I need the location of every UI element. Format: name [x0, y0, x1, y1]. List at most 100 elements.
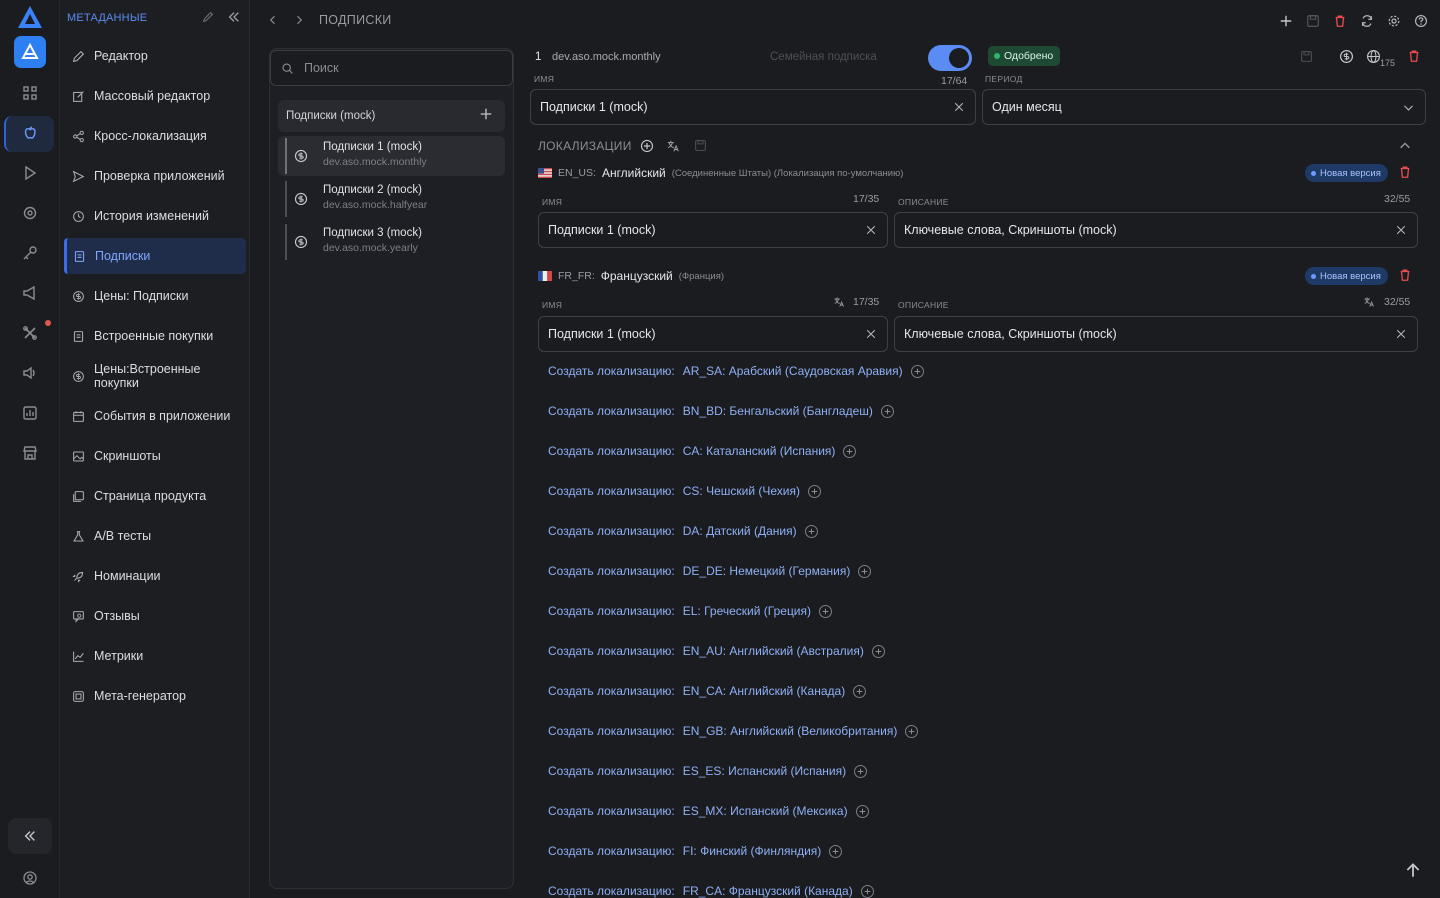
menu-item-product-page[interactable]: Страница продукта — [64, 478, 246, 514]
save-icon[interactable] — [1300, 50, 1313, 63]
menu-item-ab-tests[interactable]: A/B тесты — [64, 518, 246, 554]
price-icon[interactable] — [1339, 49, 1354, 64]
create-localization-link[interactable]: Создать локализацию: DA: Датский (Дания) — [548, 524, 818, 538]
user-icon[interactable] — [18, 866, 42, 890]
period-select[interactable]: Один месяц — [982, 89, 1426, 125]
plus-icon[interactable] — [1278, 13, 1293, 28]
arrow-up-icon[interactable] — [1404, 861, 1422, 879]
menu-item-screenshots[interactable]: Скриншоты — [64, 438, 246, 474]
chevron-right-icon[interactable] — [293, 14, 305, 26]
trash-icon[interactable] — [1398, 268, 1412, 282]
key-icon[interactable] — [18, 241, 42, 265]
localized-name-field[interactable]: Подписки 1 (mock) — [538, 316, 888, 352]
create-localization-link[interactable]: Создать локализацию: CS: Чешский (Чехия) — [548, 484, 821, 498]
plus-circle-icon[interactable] — [819, 604, 833, 618]
menu-item-meta-generator[interactable]: Мета-генератор — [64, 678, 246, 714]
plus-circle-icon[interactable] — [860, 884, 874, 898]
plus-circle-icon[interactable] — [910, 364, 924, 378]
name-field[interactable]: Подписки 1 (mock) — [530, 89, 976, 125]
plus-circle-icon[interactable] — [880, 404, 894, 418]
refresh-icon[interactable] — [1359, 13, 1374, 28]
create-localization-link[interactable]: Создать локализацию: EN_GB: Английский (В… — [548, 724, 919, 738]
trash-icon[interactable] — [1407, 49, 1421, 63]
plus-circle-icon[interactable] — [858, 564, 872, 578]
list-item[interactable]: Подписки 1 (mock) dev.aso.mock.monthly — [278, 136, 505, 176]
chevron-left-icon[interactable] — [267, 14, 279, 26]
create-localization-link[interactable]: Создать локализацию: ES_ES: Испанский (Ис… — [548, 764, 868, 778]
double-chevron-left-icon[interactable] — [8, 818, 52, 854]
create-localization-link[interactable]: Создать локализацию: ES_MX: Испанский (Ме… — [548, 804, 869, 818]
menu-item-reviews[interactable]: Отзывы — [64, 598, 246, 634]
translate-icon[interactable] — [833, 296, 845, 308]
plus-circle-icon[interactable] — [871, 644, 885, 658]
localized-description-field[interactable]: Ключевые слова, Скриншоты (mock) — [894, 212, 1418, 248]
translate-icon[interactable] — [666, 139, 680, 153]
close-icon[interactable] — [865, 224, 877, 236]
subscription-group[interactable]: Подписки (mock) — [278, 100, 505, 132]
create-localization-link[interactable]: Создать локализацию: FI: Финский (Финлянд… — [548, 844, 843, 858]
list-item[interactable]: Подписки 2 (mock) dev.aso.mock.halfyear — [285, 179, 505, 219]
localized-name-field[interactable]: Подписки 1 (mock) — [538, 212, 888, 248]
trash-icon[interactable] — [1398, 165, 1412, 179]
list-item[interactable]: Подписки 3 (mock) dev.aso.mock.yearly — [285, 222, 505, 262]
create-localization-link[interactable]: Создать локализацию: CA: Каталанский (Исп… — [548, 444, 857, 458]
menu-item-cross-localization[interactable]: Кросс-локализация — [64, 118, 246, 154]
menu-item-subscriptions[interactable]: Подписки — [64, 238, 246, 274]
save-icon[interactable] — [1305, 13, 1320, 28]
sound-icon[interactable] — [18, 361, 42, 385]
play-icon[interactable] — [18, 161, 42, 185]
create-localization-link[interactable]: Создать локализацию: FR_CA: Французский (… — [548, 884, 874, 898]
menu-item-in-app-events[interactable]: События в приложении — [64, 398, 246, 434]
globe-icon[interactable] — [1366, 49, 1381, 64]
close-icon[interactable] — [1395, 224, 1407, 236]
menu-item-metrics[interactable]: Метрики — [64, 638, 246, 674]
grid-icon[interactable] — [18, 81, 42, 105]
close-icon[interactable] — [953, 101, 965, 113]
menu-item-editor[interactable]: Редактор — [64, 38, 246, 74]
store-icon[interactable] — [18, 441, 42, 465]
menu-item-subscription-prices[interactable]: Цены: Подписки — [64, 278, 246, 314]
menu-item-history[interactable]: История изменений — [64, 198, 246, 234]
menu-item-nominations[interactable]: Номинации — [64, 558, 246, 594]
family-sharing-toggle[interactable] — [928, 45, 972, 71]
add-subscription-icon[interactable] — [479, 107, 493, 121]
search-input[interactable] — [304, 61, 484, 75]
plus-circle-icon[interactable] — [804, 524, 818, 538]
create-localization-link[interactable]: Создать локализацию: BN_BD: Бенгальский (… — [548, 404, 894, 418]
create-localization-link[interactable]: Создать локализацию: EN_AU: Английский (А… — [548, 644, 885, 658]
target-icon[interactable] — [18, 201, 42, 225]
logo-icon[interactable] — [17, 5, 43, 29]
plus-circle-icon[interactable] — [829, 844, 843, 858]
menu-item-in-app-purchases[interactable]: Встроенные покупки — [64, 318, 246, 354]
translate-icon[interactable] — [1363, 296, 1375, 308]
apple-icon[interactable] — [18, 121, 42, 145]
app-store-icon[interactable] — [14, 36, 46, 68]
plus-circle-icon[interactable] — [905, 724, 919, 738]
save-icon[interactable] — [694, 139, 707, 152]
menu-item-iap-prices[interactable]: Цены:Встроенные покупки — [64, 358, 246, 394]
menu-item-app-review[interactable]: Проверка приложений — [64, 158, 246, 194]
add-localization-icon[interactable] — [640, 139, 654, 153]
trash-icon[interactable] — [1332, 13, 1347, 28]
create-localization-link[interactable]: Создать локализацию: AR_SA: Арабский (Сау… — [548, 364, 924, 378]
localized-description-field[interactable]: Ключевые слова, Скриншоты (mock) — [894, 316, 1418, 352]
plus-circle-icon[interactable] — [853, 684, 867, 698]
create-localization-link[interactable]: Создать локализацию: DE_DE: Немецкий (Гер… — [548, 564, 872, 578]
double-chevron-left-icon[interactable] — [227, 10, 241, 24]
pencil-icon[interactable] — [201, 10, 215, 24]
plus-circle-icon[interactable] — [807, 484, 821, 498]
close-icon[interactable] — [1395, 328, 1407, 340]
create-localization-link[interactable]: Создать локализацию: EL: Греческий (Греци… — [548, 604, 833, 618]
chart-icon[interactable] — [18, 401, 42, 425]
close-icon[interactable] — [865, 328, 877, 340]
tools-icon[interactable] — [18, 321, 42, 345]
plus-circle-icon[interactable] — [843, 444, 857, 458]
chevron-up-icon[interactable] — [1398, 139, 1412, 153]
create-localization-link[interactable]: Создать локализацию: EN_CA: Английский (К… — [548, 684, 867, 698]
megaphone-icon[interactable] — [18, 281, 42, 305]
plus-circle-icon[interactable] — [854, 764, 868, 778]
plus-circle-icon[interactable] — [855, 804, 869, 818]
menu-item-bulk-editor[interactable]: Массовый редактор — [64, 78, 246, 114]
gear-icon[interactable] — [1386, 13, 1401, 28]
help-icon[interactable] — [1413, 13, 1428, 28]
